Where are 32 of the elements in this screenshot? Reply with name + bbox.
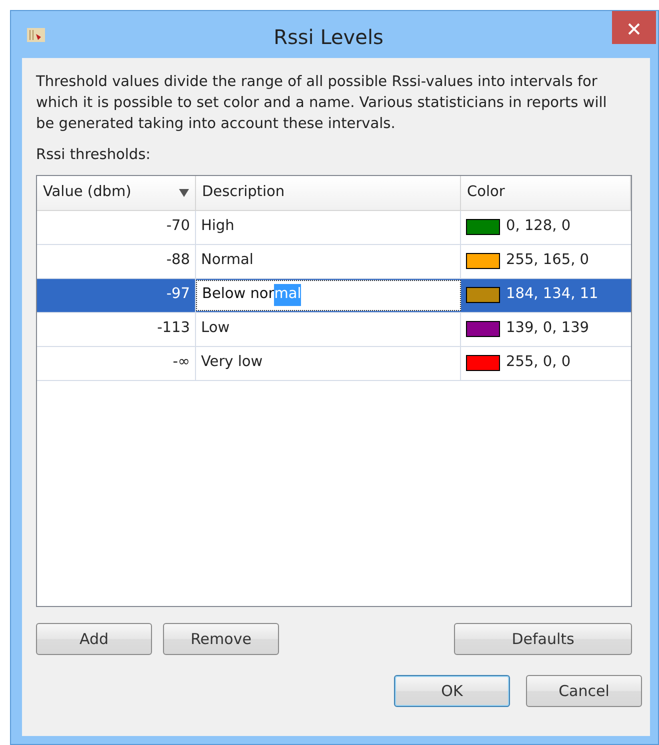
window-title: Rssi Levels	[272, 24, 384, 51]
action-button[interactable]: Defaults	[454, 622, 632, 655]
table-cell: Very low	[196, 346, 461, 380]
table-row[interactable]: -113 Low 139, 0, 139	[37, 312, 631, 347]
column-header[interactable]: Color	[461, 176, 631, 210]
description-text: Threshold values divide the range of all possible Rssi-values into intervals for which it is possible to set color and a name. Various statisticians in reports will be generated taking into account these intervals.	[36, 73, 608, 134]
table-cell: -70	[37, 210, 196, 244]
table-cell: -∞	[37, 346, 196, 380]
table-cell-text: 255, 165, 0	[506, 251, 590, 270]
table-row[interactable]: -∞ Very low 255, 0, 0	[37, 346, 631, 381]
close-icon	[628, 23, 640, 36]
close-button[interactable]	[612, 11, 656, 44]
table-cell: Low	[196, 312, 461, 346]
table-cell: High	[196, 210, 461, 244]
table-row[interactable]: -97 Below normal 184, 134, 11	[37, 278, 631, 313]
dialog-button[interactable]: Cancel	[526, 674, 642, 707]
edit-field[interactable]: Below normal	[196, 280, 461, 311]
column-header[interactable]: Value (dbm)	[37, 176, 196, 210]
dialog-button[interactable]: OK	[394, 674, 510, 707]
table-cell: Normal	[196, 244, 461, 278]
table-cell: -88	[37, 244, 196, 278]
table-row[interactable]: -70 High 0, 128, 0	[37, 210, 631, 245]
table-cell-text: 0, 128, 0	[506, 217, 571, 236]
table-cell-text: 255, 0, 0	[506, 353, 571, 372]
action-button[interactable]: Add	[36, 622, 152, 655]
table-cell: -113	[37, 312, 196, 346]
action-button[interactable]: Remove	[163, 622, 279, 655]
column-header[interactable]: Description	[196, 176, 461, 210]
app-icon	[27, 28, 45, 42]
table-cell-text: 139, 0, 139	[506, 319, 590, 338]
table-label: Rssi thresholds:	[36, 147, 151, 163]
table-cell-text: 184, 134, 11	[506, 285, 598, 304]
